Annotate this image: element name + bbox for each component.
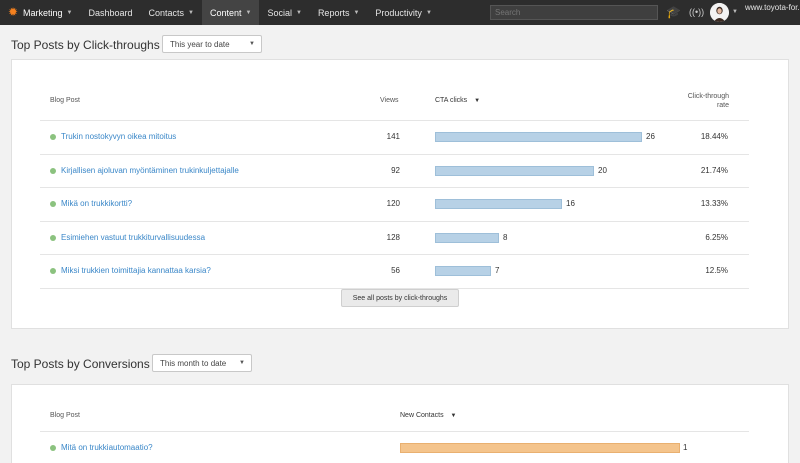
status-dot	[50, 268, 56, 274]
nav-dashboard[interactable]: Dashboard	[80, 0, 140, 25]
cta-clicks-bar	[435, 266, 491, 276]
graduation-cap-icon[interactable]: 🎓	[666, 5, 681, 19]
avatar[interactable]	[710, 3, 729, 22]
post-title-link[interactable]: Kirjallisen ajoluvan myöntäminen trukink…	[61, 166, 239, 175]
nav-label: Reports	[317, 7, 350, 18]
cta-clicks-bar	[435, 199, 562, 209]
select-value: This month to date	[160, 359, 227, 368]
section-title-conversions: Top Posts by Conversions	[11, 357, 150, 371]
nav-contacts[interactable]: Contacts ▼	[141, 0, 202, 25]
views-value: 120	[386, 199, 400, 208]
row-divider	[40, 220, 749, 222]
nav-label: Social	[267, 7, 292, 18]
post-title-link[interactable]: Mikä on trukkikortti?	[61, 199, 132, 208]
col-header-new-contacts[interactable]: New Contacts ▼	[400, 412, 456, 419]
click-throughs-range-select[interactable]: This year to date ▼	[162, 35, 262, 53]
chevron-down-icon: ▼	[239, 360, 245, 366]
cta-clicks-value: 26	[646, 132, 655, 141]
sort-desc-icon: ▼	[474, 98, 481, 104]
row-divider	[40, 187, 749, 188]
avatar-image-icon	[710, 3, 729, 22]
col-header-label: New Contacts	[400, 412, 444, 419]
cta-clicks-value: 7	[495, 266, 500, 275]
chevron-down-icon[interactable]: ▼	[732, 9, 738, 15]
post-title-link[interactable]: Miksi trukkien toimittajia kannattaa kar…	[61, 266, 211, 275]
nav-label: Productivity	[375, 7, 422, 18]
hubspot-logo-icon: ✹	[8, 5, 19, 19]
cta-clicks-value: 20	[598, 165, 607, 175]
click-through-rate-value: 13.33%	[700, 199, 728, 208]
click-through-rate-value: 21.74%	[700, 165, 728, 175]
post-title-link[interactable]: Mitä on trukkiautomaatio?	[61, 443, 153, 452]
post-title-link[interactable]: Trukin nostokyvyn oikea mitoitus	[61, 132, 176, 141]
nav-label: Content	[209, 7, 242, 18]
nav-reports[interactable]: Reports ▼	[310, 0, 367, 25]
chevron-down-icon: ▼	[249, 41, 255, 47]
post-title-link[interactable]: Esimiehen vastuut trukkiturvallisuudessa	[61, 233, 205, 242]
col-header-label: rate	[716, 102, 729, 109]
new-contacts-value: 1	[683, 443, 688, 452]
section-title-click-throughs: Top Posts by Click-throughs	[11, 38, 160, 52]
chevron-down-icon: ▼	[188, 9, 194, 16]
col-header-blog-post: Blog Post	[50, 97, 80, 104]
see-all-click-throughs-button[interactable]: See all posts by click-throughs	[341, 289, 459, 307]
click-through-rate-value: 12.5%	[705, 266, 728, 275]
search-input[interactable]	[490, 5, 658, 20]
new-contacts-bar	[400, 443, 680, 453]
chevron-down-icon: ▼	[245, 9, 252, 16]
nav-productivity[interactable]: Productivity ▼	[367, 0, 439, 25]
nav-content[interactable]: Content ▼	[201, 0, 260, 25]
views-value: 92	[391, 165, 400, 175]
col-header-click-through-rate: Click-through rate	[660, 92, 729, 110]
chevron-down-icon: ▼	[425, 9, 432, 16]
row-divider	[40, 120, 749, 121]
row-divider	[40, 153, 749, 155]
cta-clicks-bar	[435, 232, 499, 243]
sort-desc-icon: ▼	[450, 413, 457, 419]
col-header-label: Click-through	[687, 93, 729, 100]
col-header-views: Views	[380, 97, 399, 104]
status-dot	[50, 445, 56, 451]
views-value: 141	[386, 132, 400, 141]
status-dot	[50, 167, 56, 174]
click-through-rate-value: 18.44%	[700, 132, 728, 141]
col-header-cta-clicks[interactable]: CTA clicks ▼	[435, 97, 480, 104]
views-value: 56	[391, 266, 400, 275]
nav-label: Contacts	[148, 7, 185, 18]
col-header-blog-post: Blog Post	[50, 412, 80, 419]
click-through-rate-value: 6.25%	[705, 232, 728, 242]
col-header-label: CTA clicks	[435, 97, 468, 104]
cta-clicks-bar	[435, 165, 594, 176]
nav-social[interactable]: Social ▼	[259, 0, 309, 25]
conversions-range-select[interactable]: This month to date ▼	[152, 354, 252, 372]
chevron-down-icon: ▼	[353, 9, 360, 16]
row-divider	[40, 254, 749, 255]
cta-clicks-value: 8	[503, 232, 508, 242]
status-dot	[50, 234, 56, 241]
brand-label: Marketing	[23, 7, 63, 18]
row-divider	[40, 431, 749, 432]
account-name[interactable]: www.toyota-for...	[745, 3, 800, 12]
status-dot	[50, 134, 56, 140]
select-value: This year to date	[170, 40, 230, 49]
brand-menu[interactable]: ✹ Marketing ▼	[0, 0, 80, 25]
cta-clicks-bar	[435, 132, 642, 142]
views-value: 128	[386, 232, 400, 242]
chevron-down-icon: ▼	[66, 9, 73, 16]
broadcast-icon[interactable]: ((•))	[689, 5, 704, 19]
status-dot	[50, 201, 56, 207]
nav-label: Dashboard	[88, 7, 133, 18]
cta-clicks-value: 16	[566, 199, 575, 208]
chevron-down-icon: ▼	[295, 9, 302, 16]
